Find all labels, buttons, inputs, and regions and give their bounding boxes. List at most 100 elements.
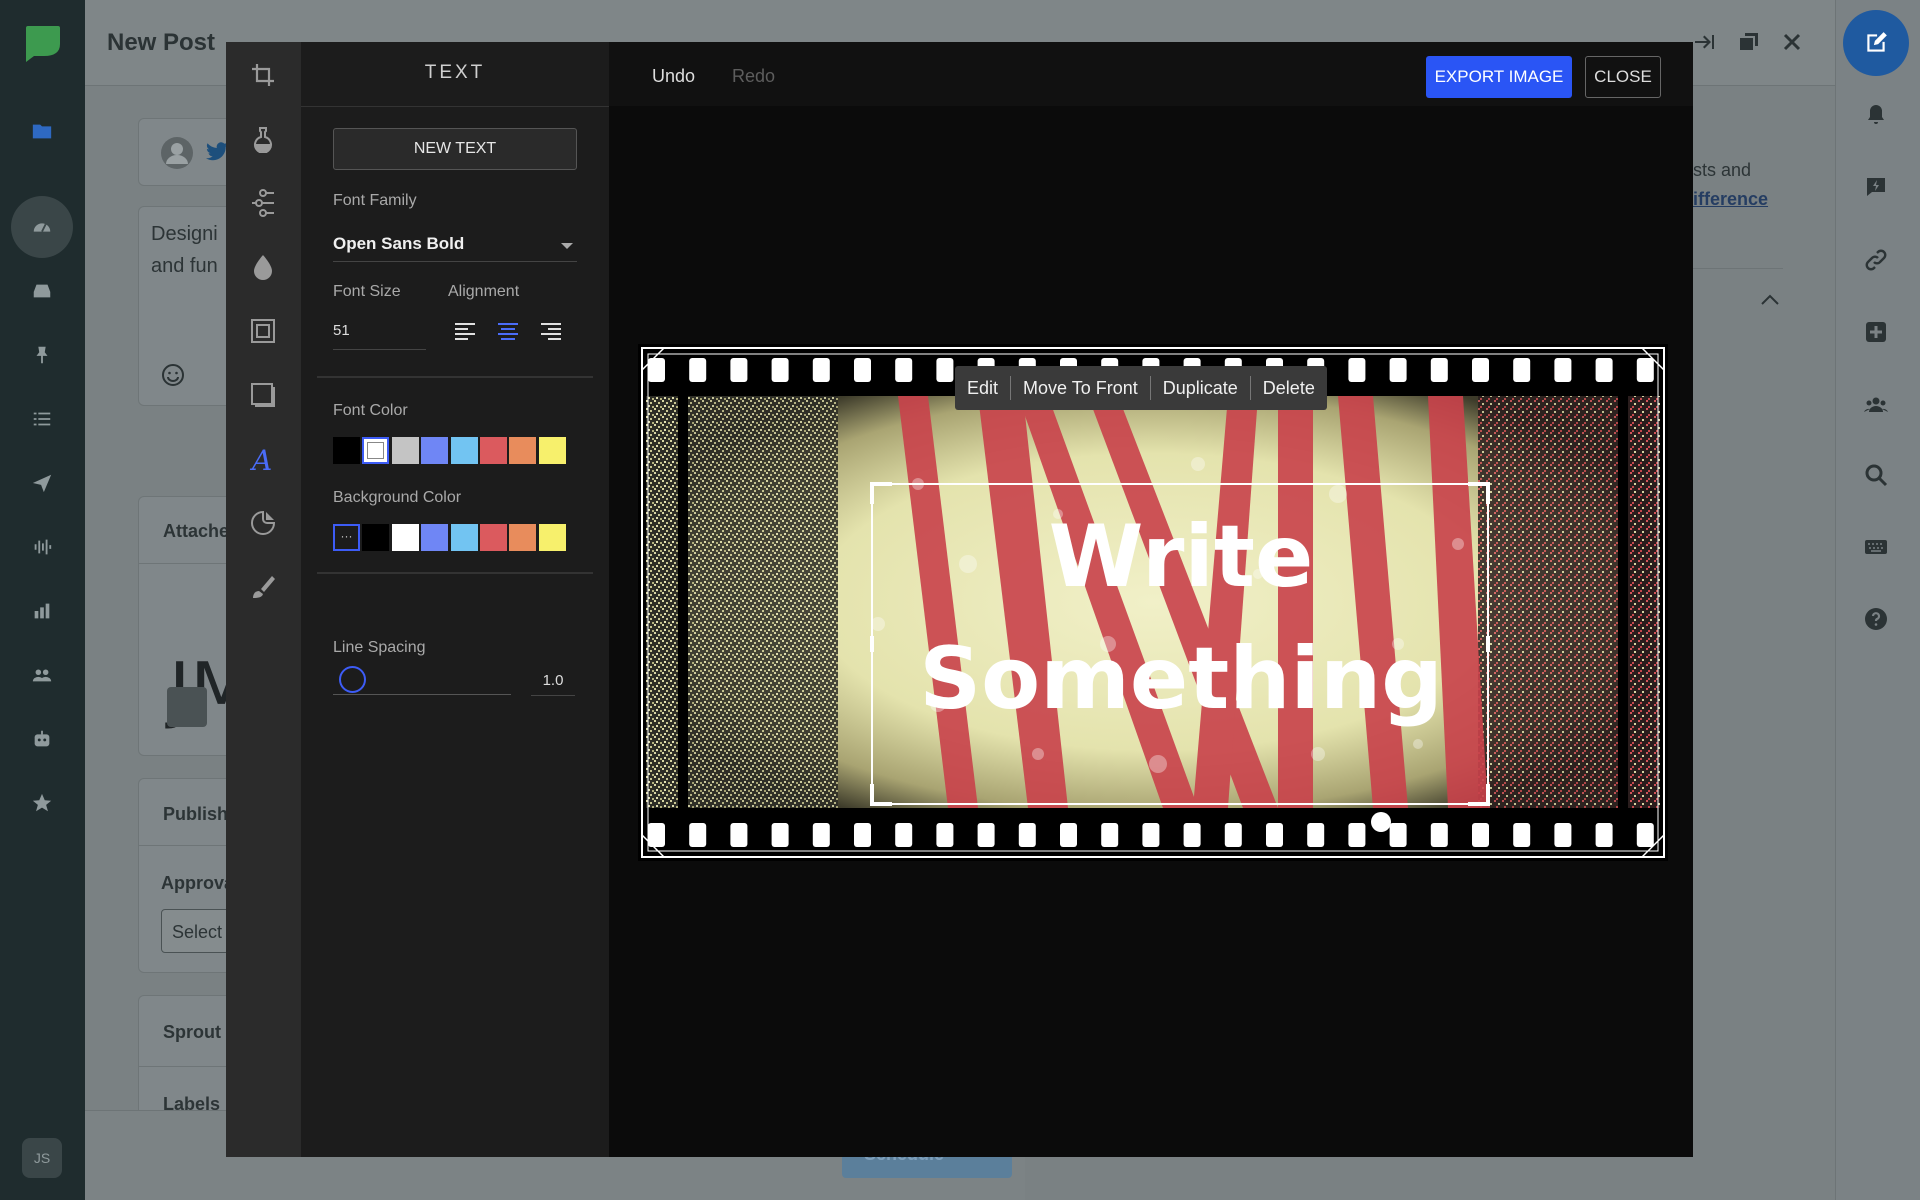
inbox-icon[interactable] <box>27 276 57 306</box>
people-icon[interactable] <box>27 660 57 690</box>
sprocket-hole <box>1636 823 1654 847</box>
font-family-label: Font Family <box>333 192 417 209</box>
background-color-swatch[interactable] <box>538 524 566 551</box>
left-navigation: JS <box>0 0 85 1200</box>
background-color-swatch[interactable] <box>509 524 537 551</box>
right-panel-link[interactable]: ifference <box>1693 189 1768 210</box>
move-to-front-menu-item[interactable]: Move To Front <box>1011 376 1151 400</box>
adjust-icon[interactable] <box>246 186 280 220</box>
frame-icon[interactable] <box>246 314 280 348</box>
font-color-swatch[interactable] <box>538 437 566 464</box>
sprocket-hole <box>730 823 748 847</box>
add-icon[interactable] <box>1864 320 1890 346</box>
background-color-swatch[interactable] <box>391 524 419 551</box>
sprocket-hole <box>689 358 707 382</box>
duplicate-menu-item[interactable]: Duplicate <box>1151 376 1251 400</box>
close-editor-button[interactable]: CLOSE <box>1585 56 1661 98</box>
line-spacing-track[interactable] <box>333 694 511 695</box>
font-color-swatch[interactable] <box>333 437 360 464</box>
filter-icon[interactable] <box>246 122 280 156</box>
emoji-icon[interactable] <box>161 363 185 387</box>
rotate-handle[interactable] <box>1371 812 1391 832</box>
publish-label: Publish <box>163 804 229 824</box>
text-icon[interactable]: A <box>246 442 280 476</box>
font-color-swatch[interactable] <box>391 437 419 464</box>
background-color-swatch[interactable] <box>479 524 507 551</box>
sprocket-hole <box>895 823 913 847</box>
image-editor-modal: A TEXT NEW TEXT Font Family Open Sans Bo… <box>226 42 1693 1157</box>
font-color-swatch[interactable] <box>450 437 478 464</box>
caret-down-icon <box>561 243 573 249</box>
font-color-swatch[interactable] <box>362 437 390 464</box>
bot-icon[interactable] <box>27 724 57 754</box>
user-avatar[interactable]: JS <box>22 1138 62 1178</box>
align-right-icon[interactable] <box>541 322 565 344</box>
dashboard-icon[interactable] <box>11 196 73 258</box>
font-size-input[interactable]: 51 <box>333 314 426 350</box>
close-compose-icon[interactable] <box>1780 30 1806 56</box>
list-icon[interactable] <box>27 404 57 434</box>
delete-menu-item[interactable]: Delete <box>1251 376 1327 400</box>
canvas-text-line2[interactable]: Something <box>919 629 1443 729</box>
export-image-button[interactable]: EXPORT IMAGE <box>1426 56 1572 98</box>
overlay-icon[interactable] <box>246 378 280 412</box>
collapse-icon[interactable] <box>1692 30 1718 56</box>
undo-button[interactable]: Undo <box>652 66 695 87</box>
font-color-swatch[interactable] <box>479 437 507 464</box>
sprout-logo[interactable] <box>22 22 62 62</box>
sticker-icon[interactable] <box>246 506 280 540</box>
help-icon[interactable] <box>1864 607 1890 633</box>
attached-label: Attache <box>163 521 230 541</box>
sprocket-hole <box>1060 823 1077 847</box>
crop-icon[interactable] <box>246 58 280 92</box>
focus-icon[interactable] <box>246 250 280 284</box>
star-icon[interactable] <box>27 788 57 818</box>
align-center-icon[interactable] <box>498 322 522 344</box>
pin-icon[interactable] <box>27 340 57 370</box>
attachment-edit-icon[interactable] <box>167 687 207 727</box>
line-spacing-value[interactable]: 1.0 <box>531 666 575 696</box>
sprocket-hole <box>1430 358 1448 382</box>
line-spacing-slider[interactable] <box>339 666 366 693</box>
folder-icon[interactable] <box>27 116 57 146</box>
canvas-text-line1[interactable]: Write <box>1049 507 1314 607</box>
team-icon[interactable] <box>1864 392 1890 418</box>
font-family-select[interactable]: Open Sans Bold <box>333 228 577 262</box>
reports-icon[interactable] <box>27 596 57 626</box>
send-icon[interactable] <box>27 468 57 498</box>
sprocket-hole <box>1348 358 1366 382</box>
activity-icon[interactable] <box>1864 175 1890 201</box>
new-text-button[interactable]: NEW TEXT <box>333 128 577 170</box>
link-icon[interactable] <box>1864 248 1890 274</box>
brush-icon[interactable] <box>246 570 280 604</box>
font-color-swatch[interactable] <box>509 437 537 464</box>
search-icon[interactable] <box>1864 463 1890 489</box>
redo-button[interactable]: Redo <box>732 66 775 87</box>
keyboard-icon[interactable] <box>1864 535 1890 561</box>
popout-icon[interactable] <box>1737 30 1763 56</box>
sprocket-hole <box>1101 823 1119 847</box>
background-color-swatch[interactable] <box>450 524 478 551</box>
align-left-icon[interactable] <box>455 322 479 344</box>
font-size-label: Font Size <box>333 283 401 300</box>
background-color-swatch[interactable]: ··· <box>333 524 360 551</box>
background-color-swatch[interactable] <box>421 524 449 551</box>
sprocket-hole <box>1513 358 1531 382</box>
sprocket-hole <box>1554 823 1572 847</box>
sprocket-hole <box>1389 823 1407 847</box>
sprocket-hole <box>1472 358 1489 382</box>
listening-icon[interactable] <box>27 532 57 562</box>
sprocket-hole <box>1430 823 1448 847</box>
sprocket-hole <box>1348 823 1366 847</box>
chevron-up-icon[interactable] <box>1760 292 1780 306</box>
font-color-swatch[interactable] <box>421 437 449 464</box>
background-color-swatch[interactable] <box>362 524 390 551</box>
sprocket-hole <box>854 358 871 382</box>
bell-icon[interactable] <box>1864 103 1890 129</box>
image-canvas[interactable]: Write Something <box>638 344 1668 861</box>
sprocket-hole <box>1595 358 1613 382</box>
compose-button[interactable] <box>1843 10 1909 76</box>
edit-menu-item[interactable]: Edit <box>955 376 1012 400</box>
sprocket-hole <box>1389 358 1407 382</box>
sprocket-hole <box>1224 823 1242 847</box>
